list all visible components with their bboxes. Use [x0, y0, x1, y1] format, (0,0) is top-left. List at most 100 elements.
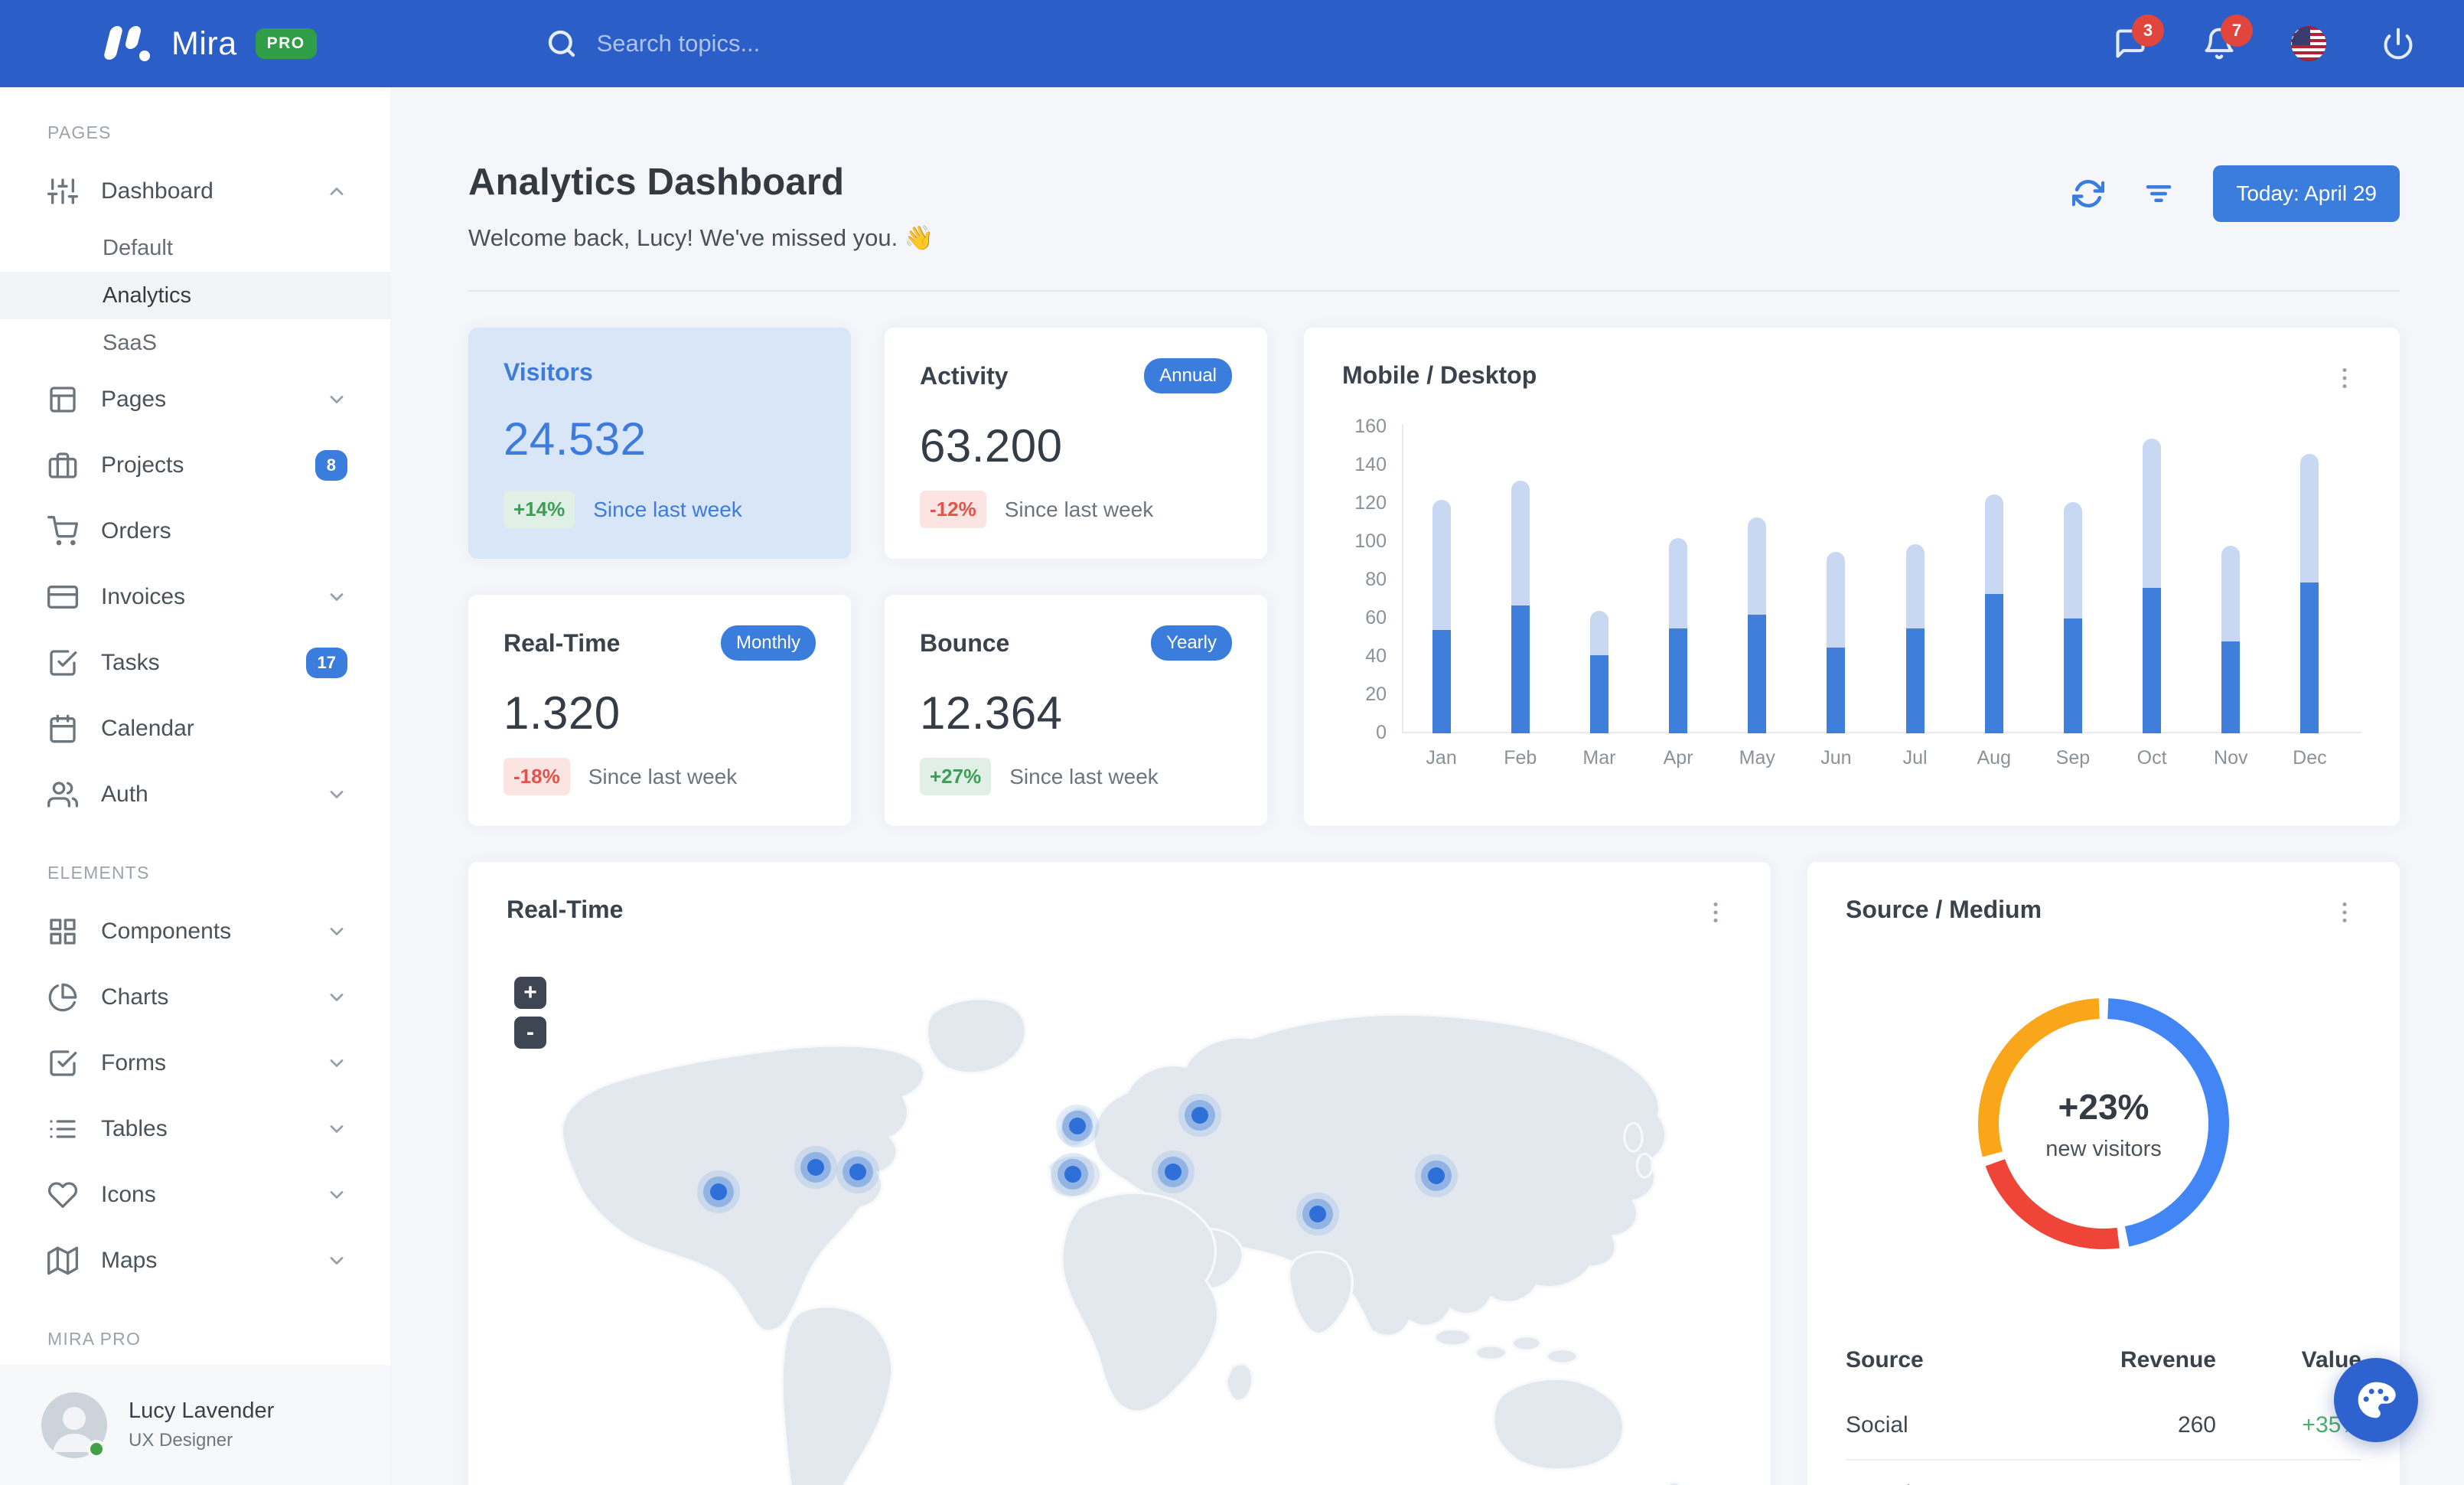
- map-marker-spain[interactable]: [1064, 1166, 1081, 1183]
- bar-desktop: [1748, 517, 1767, 615]
- sign-out-button[interactable]: [2381, 27, 2415, 60]
- y-axis-line: [1402, 424, 1403, 733]
- x-tick-label: Apr: [1663, 747, 1693, 769]
- sidebar-item-components[interactable]: Components: [0, 899, 390, 964]
- y-tick-label: 160: [1354, 416, 1387, 437]
- stat-note: Since last week: [1004, 497, 1154, 521]
- heart-icon: [47, 1180, 78, 1210]
- sidebar-subitem-analytics[interactable]: Analytics: [0, 272, 390, 319]
- kebab-icon: [2342, 902, 2347, 923]
- filter-button[interactable]: [2143, 178, 2175, 210]
- chevron-down-icon: [326, 921, 347, 942]
- chart-title: Mobile / Desktop: [1342, 361, 1537, 389]
- column-header: Revenue: [2120, 1347, 2216, 1372]
- theme-settings-button[interactable]: [2334, 1358, 2418, 1442]
- chevron-down-icon: [326, 987, 347, 1008]
- search-input[interactable]: [596, 30, 1071, 57]
- map-marker-united-kingdom[interactable]: [1069, 1117, 1087, 1134]
- map-menu-button[interactable]: [1699, 896, 1732, 929]
- notifications-count-badge: 7: [2221, 15, 2253, 47]
- x-tick-label: May: [1739, 747, 1775, 769]
- sidebar-item-label: Dashboard: [101, 178, 213, 204]
- sidebar-item-forms[interactable]: Forms: [0, 1030, 390, 1096]
- table-row-social: Social 260 +35%: [1846, 1392, 2361, 1459]
- chart-menu-button[interactable]: [2328, 361, 2361, 395]
- us-flag-icon: [2291, 26, 2326, 61]
- x-tick-label: Jan: [1426, 747, 1457, 769]
- chevron-down-icon: [326, 389, 347, 410]
- bar-mobile: [1432, 630, 1451, 733]
- sidebar-item-label: Invoices: [101, 584, 186, 609]
- source-menu-button[interactable]: [2328, 896, 2361, 929]
- source-cell: Social: [1846, 1412, 1908, 1438]
- map-marker-us-east[interactable]: [849, 1163, 866, 1180]
- stat-note: Since last week: [588, 764, 738, 788]
- stat-note: Since last week: [593, 497, 742, 521]
- x-axis-line: [1402, 732, 2361, 733]
- sidebar-item-badge: 17: [305, 648, 347, 678]
- column-header: Value: [2301, 1347, 2361, 1372]
- realtime-map-card: Real-Time + -: [468, 862, 1771, 1485]
- revenue-cell: 260: [2177, 1412, 2216, 1438]
- brand[interactable]: Mira PRO: [101, 22, 317, 65]
- users-icon: [47, 779, 78, 810]
- bar-desktop: [1669, 538, 1688, 628]
- page-title: Analytics Dashboard: [468, 162, 845, 203]
- language-selector[interactable]: [2291, 26, 2326, 61]
- sidebar-subitem-saas[interactable]: SaaS: [0, 319, 390, 367]
- chevron-up-icon: [326, 181, 347, 202]
- online-status-dot: [87, 1439, 106, 1458]
- map-zoom-out-button[interactable]: -: [514, 1017, 546, 1049]
- x-tick-label: Nov: [2214, 747, 2248, 769]
- y-tick-label: 80: [1365, 569, 1387, 590]
- refresh-button[interactable]: [2072, 178, 2105, 210]
- briefcase-icon: [47, 450, 78, 481]
- map-marker-india[interactable]: [1309, 1206, 1327, 1222]
- sidebar-section-label-pages: PAGES: [47, 122, 112, 142]
- navbar-search: [546, 28, 1071, 59]
- map-zoom-in-button[interactable]: +: [514, 977, 546, 1009]
- notifications-button[interactable]: 7: [2202, 15, 2253, 60]
- stat-title: Real-Time: [504, 628, 621, 657]
- sidebar-user-footer[interactable]: Lucy Lavender UX Designer: [0, 1365, 390, 1485]
- sidebar-item-tables[interactable]: Tables: [0, 1096, 390, 1162]
- layout-icon: [47, 384, 78, 415]
- donut-center-value: +23%: [2058, 1086, 2149, 1127]
- sidebar-item-label: Auth: [101, 782, 148, 807]
- map-marker-us-central[interactable]: [807, 1159, 824, 1177]
- sidebar-item-projects[interactable]: Projects 8: [0, 432, 390, 498]
- map-marker-turkey[interactable]: [1164, 1163, 1181, 1180]
- sidebar-item-calendar[interactable]: Calendar: [0, 696, 390, 762]
- map-marker-russia[interactable]: [1191, 1107, 1208, 1124]
- bar-desktop: [2143, 439, 2162, 588]
- messages-button[interactable]: 3: [2114, 15, 2164, 60]
- power-icon: [2384, 28, 2413, 60]
- map-marker-us-west[interactable]: [710, 1183, 728, 1201]
- sidebar-item-maps[interactable]: Maps: [0, 1228, 390, 1294]
- sidebar-item-charts[interactable]: Charts: [0, 964, 390, 1030]
- refresh-icon: [2072, 179, 2105, 208]
- bar-desktop: [2221, 546, 2241, 641]
- palette-icon: [2358, 1382, 2396, 1418]
- list-icon: [47, 1114, 78, 1144]
- sidebar-item-orders[interactable]: Orders: [0, 498, 390, 564]
- sidebar-item-tasks[interactable]: Tasks 17: [0, 630, 390, 696]
- sidebar-item-auth[interactable]: Auth: [0, 762, 390, 827]
- sidebar-subitem-default[interactable]: Default: [0, 224, 390, 272]
- delta-badge: +14%: [504, 491, 575, 528]
- sidebar-item-pages[interactable]: Pages: [0, 367, 390, 432]
- kebab-icon: [1713, 902, 1718, 923]
- delta-badge: +27%: [920, 758, 992, 795]
- delta-badge: -18%: [504, 758, 570, 795]
- sidebar-item-dashboard[interactable]: Dashboard: [0, 158, 390, 224]
- y-tick-label: 40: [1365, 645, 1387, 667]
- navbar-actions: 3 7: [2114, 15, 2415, 61]
- source-table: SourceRevenueValueSocial260+35%Search En…: [1846, 1335, 2361, 1485]
- date-button[interactable]: Today: April 29: [2213, 165, 2400, 222]
- bar-desktop: [1511, 481, 1530, 605]
- sidebar-item-invoices[interactable]: Invoices: [0, 564, 390, 630]
- x-tick-label: Dec: [2293, 747, 2327, 769]
- sidebar-item-label: Projects: [101, 452, 184, 478]
- sidebar-item-icons[interactable]: Icons: [0, 1162, 390, 1228]
- map-marker-china[interactable]: [1427, 1167, 1445, 1185]
